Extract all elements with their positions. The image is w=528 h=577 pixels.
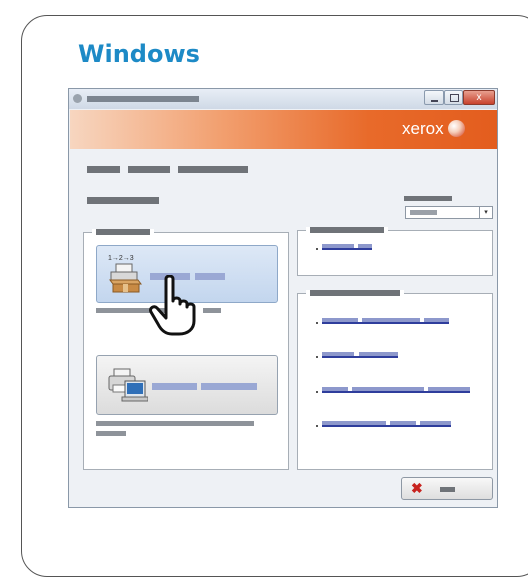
menu-item-2[interactable] — [128, 166, 170, 173]
step-label: 1→2→3 — [108, 255, 134, 262]
driver-button-label-part-1 — [152, 383, 197, 390]
language-label — [404, 196, 452, 201]
xerox-logo-icon — [448, 120, 465, 137]
window-app-icon — [73, 94, 82, 103]
driver-description-line-1 — [96, 421, 254, 426]
resource-link-1-part-3 — [424, 318, 449, 322]
support-link-part-1 — [322, 244, 354, 248]
close-icon: x — [476, 92, 482, 103]
resource-link-1[interactable] — [322, 318, 449, 324]
resource-link-1-part-1 — [322, 318, 358, 322]
cancel-x-icon: ✖ — [411, 480, 423, 496]
brand-logo-text: xerox — [402, 119, 444, 138]
language-select[interactable]: ▾ — [405, 206, 493, 219]
brand-banner: xerox — [70, 110, 497, 149]
section-heading — [87, 197, 159, 204]
resources-group — [297, 290, 493, 470]
menu-item-3[interactable] — [178, 166, 248, 173]
install-group-legend — [92, 229, 154, 235]
bullet — [316, 425, 318, 427]
window-title-placeholder — [87, 96, 199, 102]
maximize-icon — [450, 94, 459, 102]
resources-group-legend — [306, 290, 404, 296]
installer-window: x xerox ▾ 1→2→3 ✖ — [68, 88, 498, 508]
resource-link-2-part-2 — [359, 352, 398, 356]
minimize-icon — [431, 100, 438, 102]
resource-link-4-part-1 — [322, 421, 386, 425]
menu-item-1[interactable] — [87, 166, 120, 173]
window-titlebar: x — [69, 89, 497, 109]
bullet — [316, 391, 318, 393]
pointing-hand-icon — [149, 275, 196, 336]
language-select-value — [410, 210, 437, 215]
bullet — [316, 322, 318, 324]
cancel-button[interactable]: ✖ — [401, 477, 493, 500]
driver-button-label-part-2 — [201, 383, 257, 390]
support-link[interactable] — [322, 244, 372, 250]
printer-computer-icon — [108, 368, 148, 402]
driver-description-line-2 — [96, 431, 126, 436]
resource-link-1-part-2 — [362, 318, 420, 322]
support-group — [297, 227, 493, 276]
resource-link-2[interactable] — [322, 352, 398, 358]
resource-link-3-part-2 — [352, 387, 424, 391]
page-title: Windows — [78, 40, 200, 68]
install-group: 1→2→3 — [83, 229, 289, 470]
bullet — [316, 248, 318, 250]
resource-link-3-part-1 — [322, 387, 348, 391]
support-link-part-2 — [358, 244, 372, 248]
bullet — [316, 356, 318, 358]
resource-link-3-part-3 — [428, 387, 470, 391]
install-print-driver-button[interactable] — [96, 355, 278, 415]
resource-link-4[interactable] — [322, 421, 451, 427]
resource-link-3[interactable] — [322, 387, 470, 393]
install-description-line-2 — [203, 308, 221, 313]
support-group-legend — [306, 227, 388, 233]
dropdown-arrow-icon: ▾ — [479, 207, 492, 218]
resource-link-4-part-3 — [420, 421, 451, 425]
maximize-button[interactable] — [444, 90, 463, 105]
cancel-button-label — [440, 487, 455, 492]
close-button[interactable]: x — [463, 90, 495, 105]
minimize-button[interactable] — [424, 90, 444, 105]
printer-box-icon — [109, 263, 142, 293]
resource-link-2-part-1 — [322, 352, 354, 356]
resource-link-4-part-2 — [390, 421, 416, 425]
